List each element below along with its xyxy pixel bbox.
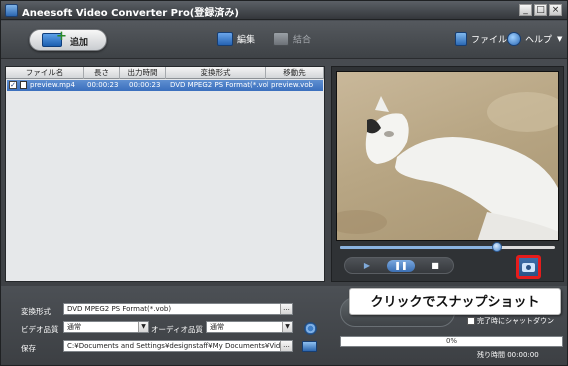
gear-icon[interactable] — [304, 322, 317, 335]
column-header-name[interactable]: ファイル名 — [6, 67, 84, 79]
video-preview — [336, 71, 559, 241]
play-button[interactable]: ▶ — [353, 260, 381, 272]
file-icon — [455, 32, 467, 46]
edit-button[interactable]: 編集 — [217, 32, 255, 48]
folder-icon[interactable] — [302, 341, 317, 352]
cat-image — [337, 92, 558, 240]
column-header-destination[interactable]: 移動先 — [266, 67, 324, 79]
app-logo-icon — [5, 4, 18, 17]
row-checkbox[interactable]: ✓ — [9, 81, 17, 89]
video-quality-value: 通常 — [67, 323, 81, 331]
save-label: 保存 — [21, 344, 36, 353]
maximize-button[interactable]: □ — [534, 4, 547, 16]
format-label: 変換形式 — [21, 307, 51, 316]
shutdown-option[interactable]: 完了時にシャットダウン — [467, 316, 554, 326]
format-field[interactable]: DVD MPEG2 PS Format(*.vob) ... — [63, 303, 293, 315]
edit-label: 編集 — [237, 35, 256, 46]
file-icon — [20, 81, 27, 89]
format-browse-button[interactable]: ... — [280, 304, 292, 314]
merge-label: 結合 — [293, 35, 312, 46]
app-window: Aneesoft Video Converter Pro(登録済み) _ □ ×… — [0, 0, 568, 366]
minimize-button[interactable]: _ — [519, 4, 532, 16]
video-quality-label: ビデオ品質 — [21, 325, 59, 334]
edit-icon — [217, 32, 233, 46]
add-button[interactable]: + 追加 — [29, 29, 107, 51]
file-menu-label: ファイル — [471, 35, 508, 46]
seek-handle[interactable] — [491, 242, 502, 252]
pause-button[interactable]: ❚❚ — [387, 260, 415, 272]
progress-bar: 0% — [340, 336, 563, 347]
seek-fill — [340, 246, 497, 249]
merge-button[interactable]: 結合 — [273, 32, 311, 48]
table-row[interactable]: ✓ preview.mp4 00:00:23 00:00:23 DVD MPEG… — [7, 80, 323, 91]
column-header-output-time[interactable]: 出力時間 — [120, 67, 166, 79]
row-destination: preview.vob — [271, 81, 314, 89]
row-format: DVD MPEG2 PS Format(*.vob) — [170, 81, 268, 89]
preview-panel: ▶ ❚❚ ■ — [331, 66, 564, 282]
file-list-header: ファイル名 長さ 出力時間 変換形式 移動先 — [6, 67, 324, 79]
video-quality-select[interactable]: 通常 ▼ — [63, 321, 149, 333]
save-path-value: C:¥Documents and Settings¥designstaff¥My… — [67, 342, 292, 350]
stop-button[interactable]: ■ — [421, 260, 449, 272]
camera-lens-icon — [526, 265, 531, 270]
remaining-time: 残り時間 00:00:00 — [477, 351, 539, 359]
snapshot-callout: クリックでスナップショット — [349, 288, 561, 315]
shutdown-label: 完了時にシャットダウン — [477, 317, 554, 325]
column-header-format[interactable]: 変換形式 — [166, 67, 266, 79]
format-value: DVD MPEG2 PS Format(*.vob) — [67, 305, 172, 313]
playback-controls: ▶ ❚❚ ■ — [344, 257, 454, 274]
chevron-down-icon: ▼ — [282, 322, 292, 332]
shutdown-checkbox[interactable] — [467, 317, 475, 325]
column-header-length[interactable]: 長さ — [84, 67, 120, 79]
audio-quality-select[interactable]: 通常 ▼ — [206, 321, 293, 333]
file-list: ファイル名 長さ 出力時間 変換形式 移動先 ✓ preview.mp4 00:… — [5, 66, 325, 282]
window-title: Aneesoft Video Converter Pro(登録済み) — [22, 8, 239, 19]
close-button[interactable]: × — [549, 4, 562, 16]
chevron-down-icon: ▼ — [138, 322, 148, 332]
chevron-down-icon: ▼ — [557, 35, 563, 43]
seek-bar[interactable] — [340, 242, 555, 252]
save-browse-button[interactable]: ... — [280, 341, 292, 351]
help-menu-label: ヘルプ — [525, 35, 553, 46]
row-output-time: 00:00:23 — [129, 81, 161, 89]
plus-icon: + — [56, 29, 67, 44]
merge-icon — [273, 32, 289, 46]
row-name: preview.mp4 — [30, 81, 75, 89]
audio-quality-value: 通常 — [210, 323, 224, 331]
add-button-label: 追加 — [70, 38, 89, 48]
help-icon — [507, 32, 521, 46]
snapshot-button[interactable] — [516, 255, 541, 279]
help-menu[interactable]: ヘルプ ▼ — [507, 32, 562, 48]
title-bar: Aneesoft Video Converter Pro(登録済み) _ □ × — [1, 1, 567, 20]
save-path-field[interactable]: C:¥Documents and Settings¥designstaff¥My… — [63, 340, 293, 352]
row-length: 00:00:23 — [87, 81, 119, 89]
audio-quality-label: オーディオ品質 — [151, 325, 203, 334]
